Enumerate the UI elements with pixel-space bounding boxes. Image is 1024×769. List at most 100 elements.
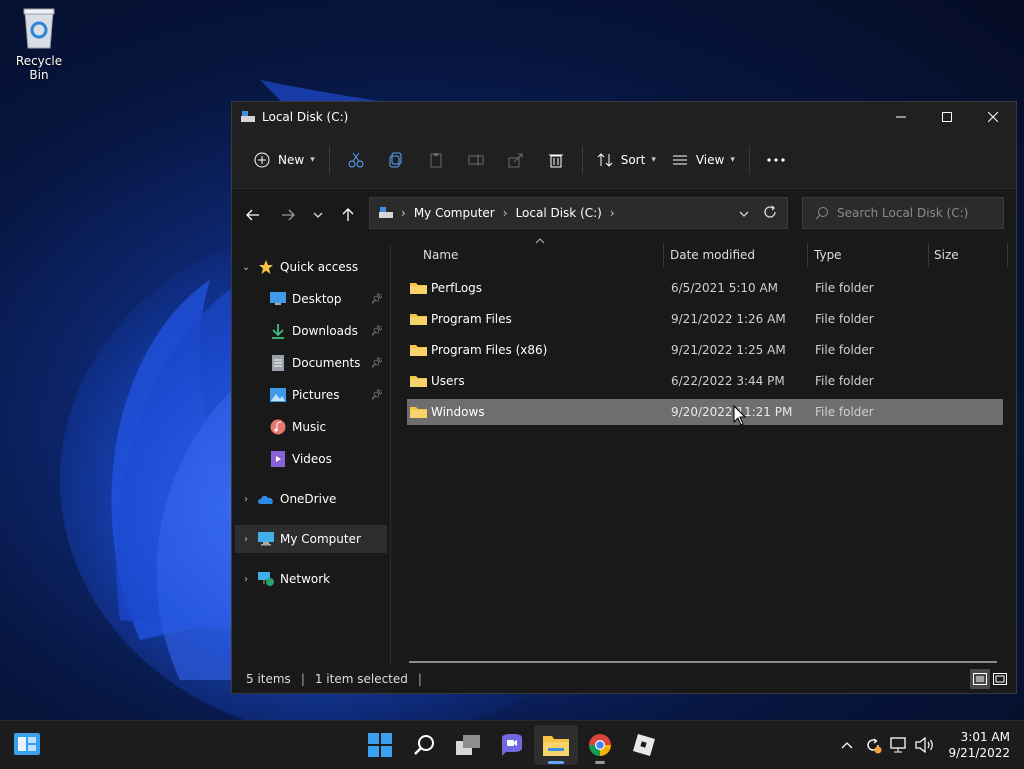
chevron-right-icon[interactable]: ›	[235, 534, 257, 545]
sidebar-item-network[interactable]: › Network	[235, 565, 387, 593]
column-header-date-modified[interactable]: Date modified	[670, 243, 806, 267]
file-explorer-taskbar-button[interactable]	[534, 725, 578, 765]
sidebar-item-label: Music	[292, 420, 327, 434]
up-button[interactable]	[333, 200, 363, 230]
item-count: 5 items	[246, 672, 291, 686]
pin-icon[interactable]: 📌︎	[370, 390, 383, 401]
chrome-button[interactable]	[578, 725, 622, 765]
breadcrumb-my-computer[interactable]: My Computer	[414, 206, 495, 220]
search-input[interactable]	[835, 205, 999, 221]
clock[interactable]: 3:01 AM 9/21/2022	[948, 729, 1010, 761]
chevron-down-icon: ▾	[651, 155, 656, 165]
back-button[interactable]	[238, 200, 268, 230]
breadcrumb-local-disk[interactable]: Local Disk (C:)	[516, 206, 602, 220]
list-item[interactable]: Program Files (x86) 9/21/2022 1:25 AM Fi…	[407, 337, 1003, 363]
file-name: Program Files	[431, 312, 512, 326]
show-hidden-icons-button[interactable]	[834, 741, 860, 749]
file-name: PerfLogs	[431, 281, 483, 295]
update-status-button[interactable]	[860, 736, 886, 754]
sidebar-item-desktop[interactable]: Desktop 📌︎	[235, 285, 387, 313]
sidebar-item-my-computer[interactable]: › My Computer	[235, 525, 387, 553]
large-icons-view-button[interactable]	[990, 669, 1010, 689]
pin-icon[interactable]: 📌︎	[370, 358, 383, 369]
list-item[interactable]: PerfLogs 6/5/2021 5:10 AM File folder	[407, 275, 1003, 301]
roblox-button[interactable]	[622, 725, 666, 765]
chat-button[interactable]	[490, 725, 534, 765]
column-header-size[interactable]: Size	[934, 243, 994, 267]
search-icon	[414, 735, 434, 755]
chevron-down-icon[interactable]: ⌄	[235, 262, 257, 273]
start-icon	[368, 733, 392, 757]
active-indicator	[548, 761, 564, 764]
sort-button[interactable]: Sort ▾	[589, 144, 664, 176]
sidebar-item-quick-access[interactable]: ⌄ Quick access	[235, 253, 387, 281]
forward-button[interactable]	[273, 200, 303, 230]
taskbar-search-button[interactable]	[402, 725, 446, 765]
address-history-button[interactable]	[739, 206, 749, 220]
new-button[interactable]: New ▾	[246, 144, 323, 176]
file-type: File folder	[815, 343, 874, 357]
delete-button[interactable]	[536, 144, 576, 176]
network-status-button[interactable]	[886, 737, 912, 753]
chevron-right-icon[interactable]: ›	[235, 494, 257, 505]
refresh-button[interactable]	[763, 205, 777, 222]
arrow-left-icon	[246, 209, 259, 221]
details-view-button[interactable]	[970, 669, 990, 689]
column-header-name[interactable]: Name	[423, 243, 659, 267]
mouse-cursor-icon	[733, 405, 747, 426]
chevron-right-icon[interactable]: ›	[235, 574, 257, 585]
videos-icon	[269, 451, 287, 467]
copy-icon	[389, 152, 402, 168]
sidebar-item-onedrive[interactable]: › OneDrive	[235, 485, 387, 513]
maximize-button[interactable]	[924, 102, 970, 132]
column-label: Type	[814, 248, 842, 262]
chevron-down-icon	[739, 211, 749, 217]
column-divider[interactable]	[663, 243, 664, 267]
sidebar-item-label: OneDrive	[280, 492, 337, 506]
file-date: 6/22/2022 3:44 PM	[671, 374, 785, 388]
paste-button[interactable]	[416, 144, 456, 176]
status-divider: |	[417, 672, 422, 686]
column-divider[interactable]	[1007, 243, 1008, 267]
view-button[interactable]: View ▾	[664, 144, 743, 176]
pin-icon[interactable]: 📌︎	[370, 326, 383, 337]
recycle-bin[interactable]: Recycle Bin	[6, 6, 72, 82]
column-header-type[interactable]: Type	[814, 243, 924, 267]
sidebar-item-downloads[interactable]: Downloads 📌︎	[235, 317, 387, 345]
pin-icon[interactable]: 📌︎	[370, 294, 383, 305]
widgets-button[interactable]	[14, 733, 40, 758]
sidebar-item-pictures[interactable]: Pictures 📌︎	[235, 381, 387, 409]
more-button[interactable]	[756, 144, 796, 176]
task-view-button[interactable]	[446, 725, 490, 765]
file-name: Program Files (x86)	[431, 343, 548, 357]
volume-button[interactable]	[912, 737, 938, 753]
search-box[interactable]	[802, 197, 1004, 229]
column-divider[interactable]	[928, 243, 929, 267]
title-bar[interactable]: Local Disk (C:)	[232, 102, 1016, 132]
rename-button[interactable]	[456, 144, 496, 176]
file-type: File folder	[815, 312, 874, 326]
start-button[interactable]	[358, 725, 402, 765]
list-item[interactable]: Users 6/22/2022 3:44 PM File folder	[407, 368, 1003, 394]
sidebar-item-videos[interactable]: Videos	[235, 445, 387, 473]
refresh-icon	[764, 205, 776, 218]
share-button[interactable]	[496, 144, 536, 176]
column-divider[interactable]	[807, 243, 808, 267]
recent-locations-button[interactable]	[303, 200, 333, 230]
chevron-down-icon: ▾	[730, 155, 735, 165]
list-item[interactable]: Program Files 9/21/2022 1:26 AM File fol…	[407, 306, 1003, 332]
minimize-icon	[896, 116, 906, 118]
horizontal-scrollbar[interactable]	[409, 661, 997, 663]
address-bar[interactable]: › My Computer › Local Disk (C:) ›	[369, 197, 788, 229]
downloads-icon	[269, 323, 287, 339]
list-item-selected[interactable]: Windows 9/20/2022 11:21 PM File folder	[407, 399, 1003, 425]
sidebar-item-documents[interactable]: Documents 📌︎	[235, 349, 387, 377]
copy-button[interactable]	[376, 144, 416, 176]
sidebar-item-music[interactable]: Music	[235, 413, 387, 441]
sidebar-item-label: Network	[280, 572, 331, 586]
new-label: New	[278, 153, 305, 167]
documents-icon	[269, 355, 287, 371]
minimize-button[interactable]	[878, 102, 924, 132]
close-button[interactable]	[970, 102, 1016, 132]
cut-button[interactable]	[336, 144, 376, 176]
